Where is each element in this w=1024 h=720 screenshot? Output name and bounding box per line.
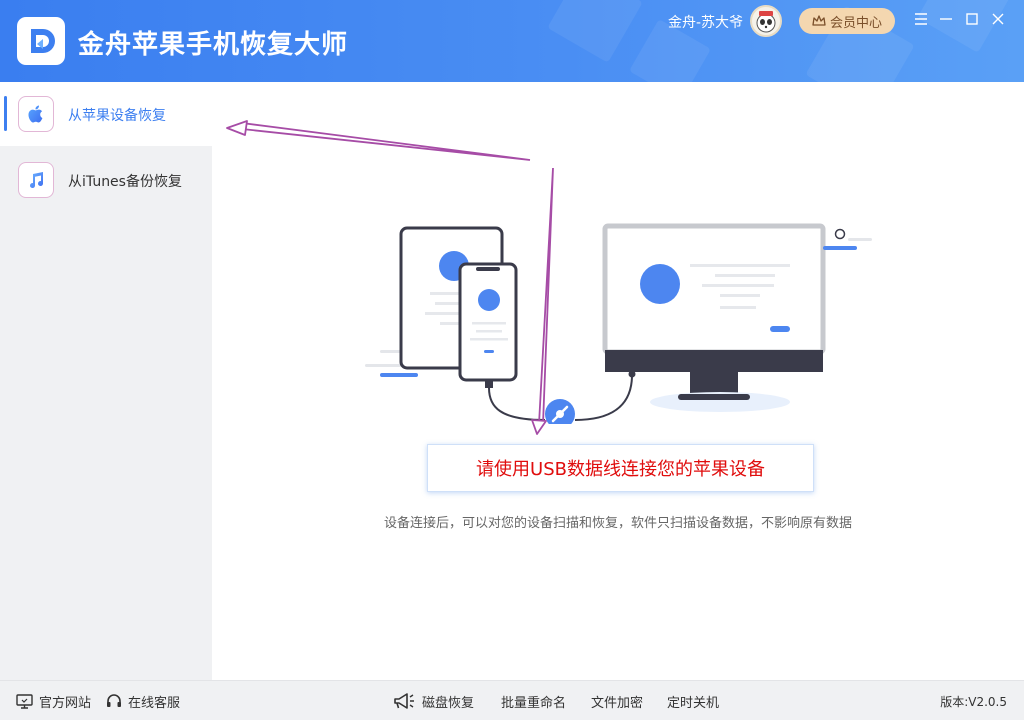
monitor-icon (16, 693, 33, 709)
app-logo (17, 17, 65, 65)
batch-rename-label: 批量重命名 (501, 695, 567, 711)
sidebar-item-apple-device[interactable]: 从苹果设备恢复 (0, 82, 212, 146)
scheduled-shutdown-label: 定时关机 (667, 695, 720, 711)
online-support-link[interactable]: 在线客服 (106, 681, 180, 720)
sidebar: 从苹果设备恢复 从iTunes备份恢复 (0, 82, 212, 680)
crown-icon (812, 15, 826, 26)
online-support-label: 在线客服 (128, 695, 181, 711)
menu-icon[interactable] (912, 10, 930, 28)
megaphone-icon (394, 693, 414, 709)
status-bar: 官方网站 在线客服 磁盘恢复 批量重命名 文件加密 定时关机 版本:V2.0.5 (0, 680, 1024, 720)
apple-icon (18, 96, 54, 132)
close-icon[interactable] (989, 10, 1007, 28)
app-title: 金舟苹果手机恢复大师 (78, 30, 349, 60)
file-encrypt-link[interactable]: 文件加密 (591, 681, 643, 720)
maximize-icon[interactable] (963, 10, 981, 28)
scheduled-shutdown-link[interactable]: 定时关机 (667, 681, 719, 720)
disk-recovery-link[interactable]: 磁盘恢复 (392, 681, 474, 720)
connection-hint-text: 设备连接后，可以对您的设备扫描和恢复，软件只扫描设备数据，不影响原有数据 (383, 516, 852, 531)
music-note-icon (18, 162, 54, 198)
batch-rename-link[interactable]: 批量重命名 (501, 681, 566, 720)
version-label: 版本:V2.0.5 (940, 694, 1007, 709)
sidebar-item-label: 从苹果设备恢复 (68, 108, 166, 124)
title-bar: 金舟苹果手机恢复大师 金舟-苏大爷 会员中心 (0, 0, 1024, 82)
official-website-link[interactable]: 官方网站 (16, 681, 91, 720)
sidebar-item-itunes-backup[interactable]: 从iTunes备份恢复 (0, 148, 212, 212)
sidebar-item-label: 从iTunes备份恢复 (68, 174, 182, 190)
official-website-label: 官方网站 (39, 695, 92, 711)
disk-recovery-label: 磁盘恢复 (422, 695, 475, 711)
file-encrypt-label: 文件加密 (591, 695, 644, 711)
user-avatar[interactable] (750, 5, 782, 37)
user-name[interactable]: 金舟-苏大爷 (668, 12, 743, 32)
device-connection-illustration (360, 222, 880, 429)
active-indicator (4, 96, 7, 131)
connect-device-prompt: 请使用USB数据线连接您的苹果设备 (427, 444, 814, 492)
vip-center-label: 会员中心 (829, 15, 882, 31)
vip-center-button[interactable]: 会员中心 (799, 8, 895, 34)
minimize-icon[interactable] (937, 10, 955, 28)
headset-icon (107, 694, 121, 707)
